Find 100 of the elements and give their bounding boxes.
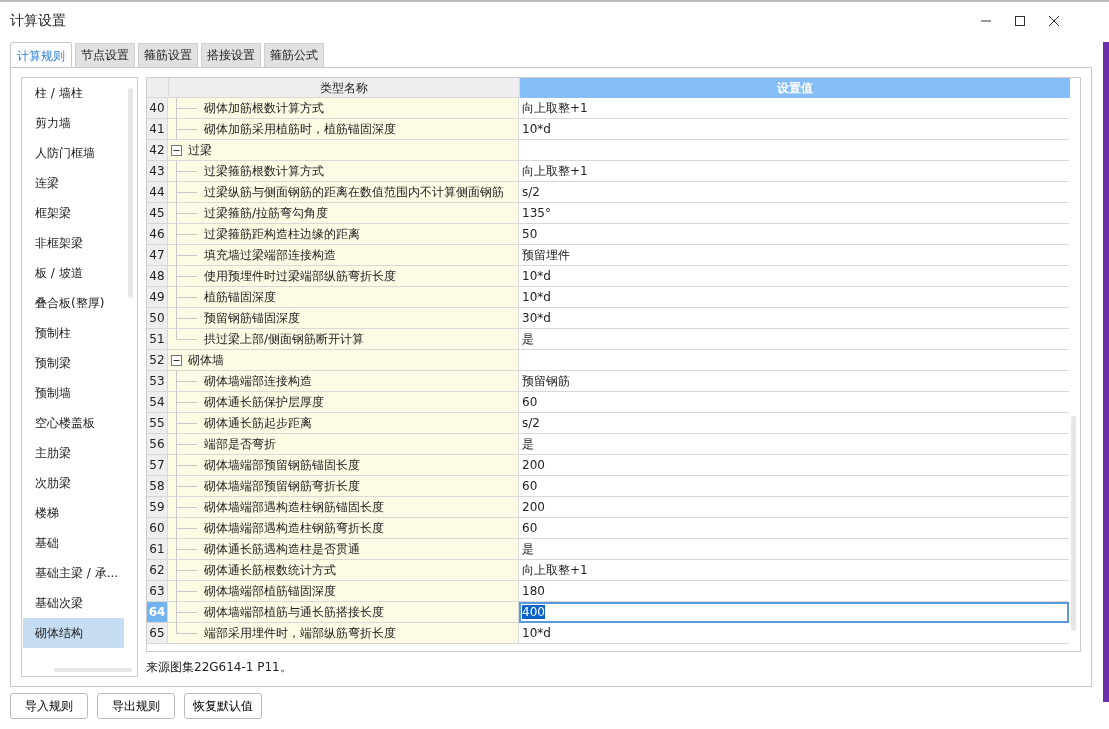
row-number: 54: [147, 392, 168, 413]
tree-line: [173, 266, 197, 287]
setting-name: 砌体墙端部遇构造柱钢筋弯折长度: [204, 519, 384, 537]
tree-line: [173, 98, 197, 119]
row-number: 46: [147, 224, 168, 245]
window-title: 计算设置: [10, 12, 66, 30]
tab[interactable]: 节点设置: [75, 43, 135, 67]
row-number: 60: [147, 518, 168, 539]
tree-line: [173, 497, 197, 518]
setting-name: 拱过梁上部/侧面钢筋断开计算: [204, 330, 365, 348]
collapse-icon[interactable]: [171, 354, 182, 366]
action-button[interactable]: 导出规则: [97, 693, 175, 719]
column-header: 设置值: [520, 78, 1070, 98]
close-icon[interactable]: [1048, 15, 1060, 27]
setting-name: 砌体通长筋根数统计方式: [204, 561, 336, 579]
row-number: 52: [147, 350, 168, 371]
tree-line: [173, 371, 197, 392]
tree-line: [173, 161, 197, 182]
setting-name: 砌体通长筋遇构造柱是否贯通: [204, 540, 360, 558]
setting-name: 预留钢筋锚固深度: [204, 309, 300, 327]
row-number: 47: [147, 245, 168, 266]
setting-value: 200: [521, 500, 545, 514]
sidebar-item[interactable]: 叠合板(整厚): [23, 288, 124, 318]
action-button[interactable]: 恢复默认值: [184, 693, 262, 719]
sidebar-item[interactable]: 非框架梁: [23, 228, 124, 258]
setting-value: 预留钢筋: [521, 372, 570, 390]
setting-value: 向上取整+1: [521, 561, 588, 579]
row-number: 48: [147, 266, 168, 287]
setting-value: 向上取整+1: [521, 162, 588, 180]
sidebar-item[interactable]: 柱 / 墙柱: [23, 78, 124, 108]
setting-name: 砌体墙端部遇构造柱钢筋锚固长度: [204, 498, 384, 516]
setting-value: 是: [521, 330, 534, 348]
setting-value: 预留埋件: [521, 246, 570, 264]
setting-value: 50: [521, 227, 538, 241]
row-number: 41: [147, 119, 168, 140]
tree-line: [173, 287, 197, 308]
tree-line: [173, 224, 197, 245]
tree-line: [173, 455, 197, 476]
tree-line: [173, 476, 197, 497]
row-number: 51: [147, 329, 168, 350]
sidebar-item[interactable]: 剪力墙: [23, 108, 124, 138]
column-header: 类型名称: [169, 78, 520, 98]
row-number: 57: [147, 455, 168, 476]
action-button[interactable]: 导入规则: [10, 693, 88, 719]
tree-line: [173, 581, 197, 602]
tree-line: [173, 434, 197, 455]
setting-value: s/2: [521, 416, 540, 430]
row-number: 62: [147, 560, 168, 581]
setting-name: 砌体通长筋起步距离: [204, 414, 312, 432]
setting-name: 砌体墙端部预留钢筋锚固长度: [204, 456, 360, 474]
sidebar-item[interactable]: 楼梯: [23, 498, 124, 528]
setting-name: 砌体加筋采用植筋时，植筋锚固深度: [204, 120, 396, 138]
setting-value: 是: [521, 435, 534, 453]
tab[interactable]: 箍筋设置: [138, 43, 198, 67]
sidebar-item[interactable]: 预制墙: [23, 378, 124, 408]
setting-name: 使用预埋件时过梁端部纵筋弯折长度: [204, 267, 396, 285]
setting-value: 是: [521, 540, 534, 558]
collapse-icon[interactable]: [171, 144, 182, 156]
sidebar-item[interactable]: 基础: [23, 528, 124, 558]
maximize-icon[interactable]: [1014, 15, 1026, 27]
tab[interactable]: 搭接设置: [201, 43, 261, 67]
sidebar-item[interactable]: 主肋梁: [23, 438, 124, 468]
tree-line: [173, 560, 197, 581]
sidebar-item[interactable]: 砌体结构: [23, 618, 124, 648]
sidebar-item[interactable]: 人防门框墙: [23, 138, 124, 168]
tree-line: [173, 392, 197, 413]
row-number: 55: [147, 413, 168, 434]
setting-name: 端部采用埋件时，端部纵筋弯折长度: [204, 624, 396, 642]
sidebar-item[interactable]: 板 / 坡道: [23, 258, 124, 288]
row-number: 42: [147, 140, 168, 161]
tab[interactable]: 计算规则: [10, 42, 72, 67]
setting-name: 填充墙过梁端部连接构造: [204, 246, 336, 264]
row-number: 63: [147, 581, 168, 602]
setting-value: 10*d: [521, 290, 551, 304]
value-input[interactable]: 400: [519, 601, 1069, 623]
sidebar-item[interactable]: 基础次梁: [23, 588, 124, 618]
tree-line: [173, 203, 197, 224]
sidebar-item[interactable]: 连梁: [23, 168, 124, 198]
sidebar-item[interactable]: 基础主梁 / 承...: [23, 558, 124, 588]
row-number: 44: [147, 182, 168, 203]
setting-name: 过梁纵筋与侧面钢筋的距离在数值范围内不计算侧面钢筋: [204, 183, 504, 201]
row-number: 53: [147, 371, 168, 392]
tab[interactable]: 箍筋公式: [264, 43, 324, 67]
sidebar-item[interactable]: 框架梁: [23, 198, 124, 228]
setting-value: 向上取整+1: [521, 99, 588, 117]
sidebar-item[interactable]: 预制梁: [23, 348, 124, 378]
tree-line: [173, 245, 197, 266]
setting-name: 植筋锚固深度: [204, 288, 276, 306]
setting-name: 过梁箍筋根数计算方式: [204, 162, 324, 180]
source-note: 来源图集22G614-1 P11。: [146, 659, 293, 676]
tree-line: [173, 182, 197, 203]
row-number: 43: [147, 161, 168, 182]
sidebar-item[interactable]: 次肋梁: [23, 468, 124, 498]
scrollbar[interactable]: [1071, 416, 1076, 631]
setting-value: 135°: [521, 206, 551, 220]
row-number: 65: [147, 623, 168, 644]
sidebar-item[interactable]: 空心楼盖板: [23, 408, 124, 438]
sidebar-item[interactable]: 预制柱: [23, 318, 124, 348]
row-number: 61: [147, 539, 168, 560]
scrollbar[interactable]: [128, 88, 133, 298]
